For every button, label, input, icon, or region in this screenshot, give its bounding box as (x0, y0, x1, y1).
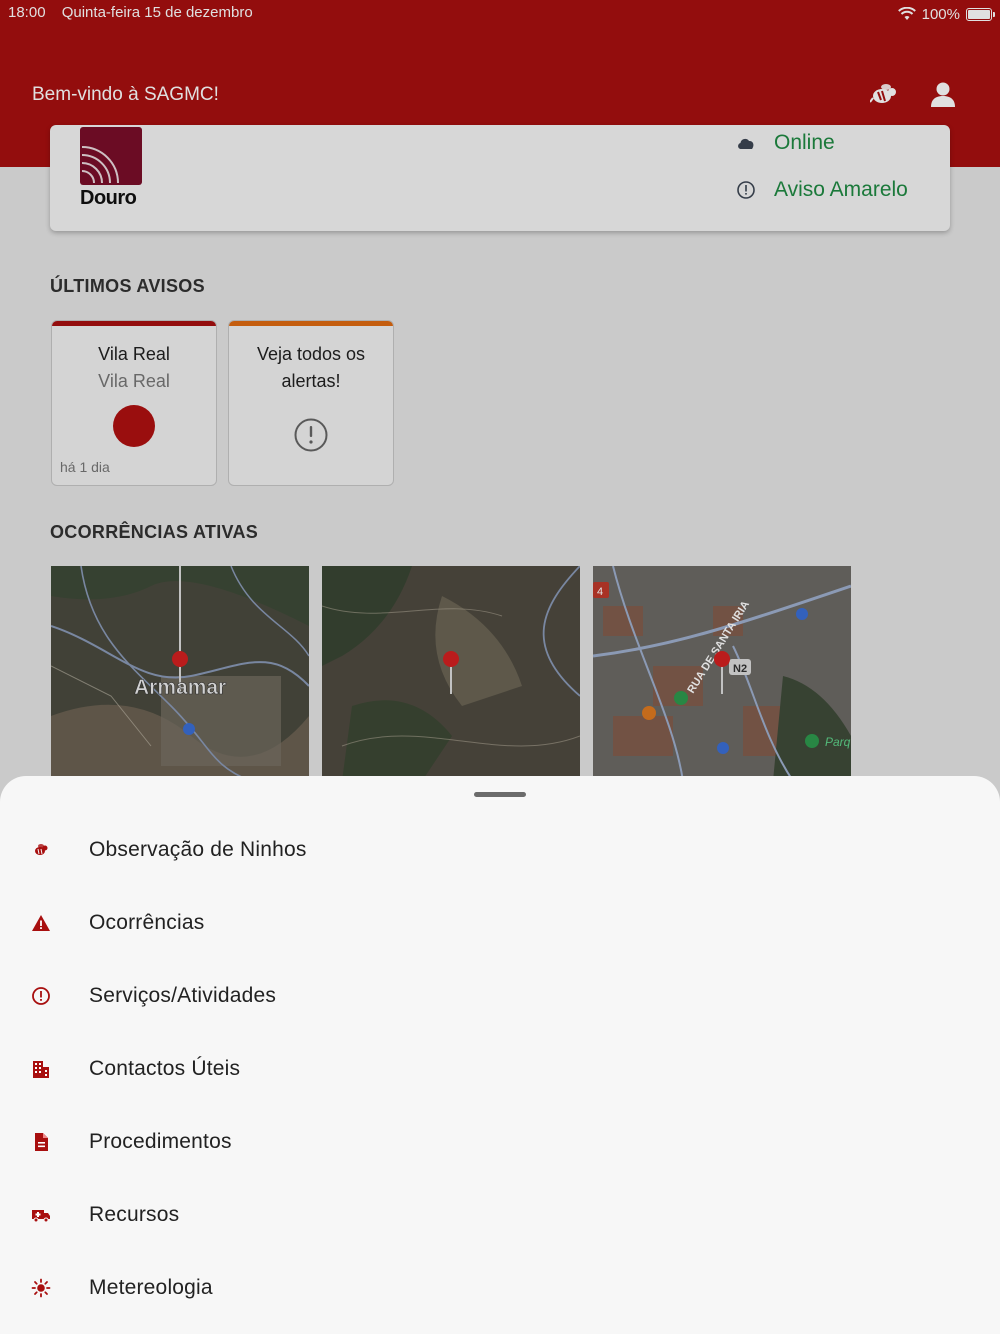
sheet-drag-handle[interactable] (474, 792, 526, 797)
menu-item-label: Recursos (89, 1203, 180, 1226)
menu-item-observacao-ninhos[interactable]: Observação de Ninhos (0, 820, 1000, 880)
building-icon (30, 1058, 52, 1080)
menu-item-label: Serviços/Atividades (89, 984, 277, 1007)
ambulance-icon (30, 1204, 52, 1226)
menu-item-label: Metereologia (89, 1276, 213, 1299)
menu-item-label: Procedimentos (89, 1130, 232, 1153)
alert-circle-icon (30, 985, 52, 1007)
menu-item-recursos[interactable]: Recursos (0, 1185, 1000, 1245)
menu-item-metereologia[interactable]: Metereologia (0, 1258, 1000, 1318)
menu-item-label: Ocorrências (89, 911, 205, 934)
hornet-icon (30, 839, 52, 861)
bottom-sheet-menu: Observação de Ninhos Ocorrências Serviço… (0, 776, 1000, 1334)
sun-icon (30, 1277, 52, 1299)
warning-triangle-icon (30, 912, 52, 934)
menu-item-label: Observação de Ninhos (89, 838, 307, 861)
menu-item-label: Contactos Úteis (89, 1057, 241, 1080)
menu-item-ocorrencias[interactable]: Ocorrências (0, 893, 1000, 953)
document-icon (30, 1131, 52, 1153)
menu-item-contactos-uteis[interactable]: Contactos Úteis (0, 1039, 1000, 1099)
menu-item-servicos-atividades[interactable]: Serviços/Atividades (0, 966, 1000, 1026)
menu-item-procedimentos[interactable]: Procedimentos (0, 1112, 1000, 1172)
